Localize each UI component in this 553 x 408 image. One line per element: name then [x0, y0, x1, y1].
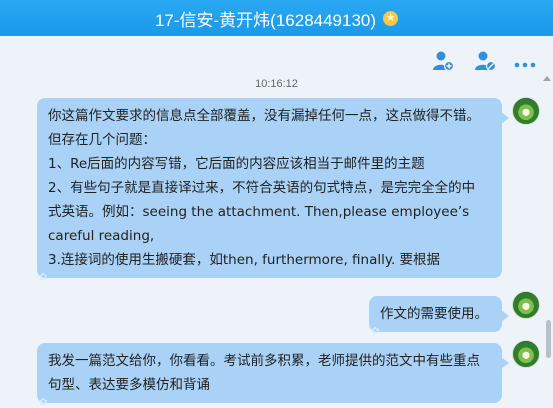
message-line: 1、Re后面的内容写错，它后面的内容应该相当于邮件里的主题 — [48, 156, 425, 172]
message-bubble[interactable]: 你这篇作文要求的信息点全部覆盖，没有漏掉任何一点，这点做得不错。 但存在几个问题… — [37, 98, 509, 283]
message-line: careful reading, — [48, 228, 155, 244]
window-title-bar: 17-信安-黄开炜(1628449130) ★ — [0, 0, 553, 36]
avatar[interactable] — [512, 291, 540, 319]
message-line: 句型、表达要多模仿和背诵 — [48, 377, 210, 393]
more-icon[interactable] — [514, 54, 536, 73]
scrollbar-thumb[interactable] — [546, 320, 551, 358]
scroll-up-arrow-icon[interactable] — [543, 76, 551, 81]
star-icon: ★ — [383, 10, 399, 26]
chat-toolbar — [0, 36, 553, 76]
message-line: 3.连接词的使用生搬硬套，如then, furthermore, finally… — [48, 252, 441, 268]
message-line: 你这篇作文要求的信息点全部覆盖，没有漏掉任何一点，这点做得不错。 — [48, 108, 480, 124]
avatar[interactable] — [512, 97, 540, 125]
bubble-decoration-icon: ✿ — [371, 326, 380, 337]
add-member-icon[interactable] — [432, 50, 455, 76]
avatar[interactable] — [512, 340, 540, 368]
scrollbar[interactable] — [543, 76, 553, 408]
message-line: 2、有些句子就是直接译过来，不符合英语的句式特点，是完完全全的中 — [48, 180, 476, 196]
message-bubble[interactable]: 作文的需要使用。 ✿ — [369, 296, 509, 337]
message-timestamp: 10:16:12 — [255, 78, 298, 90]
message-bubble[interactable]: 我发一篇范文给你，你看看。考试前多积累，老师提供的范文中有些重点 句型、表达要多… — [37, 343, 509, 408]
bubble-decoration-icon: ✿ — [39, 272, 48, 283]
message-line: 作文的需要使用。 — [380, 306, 488, 322]
bubble-decoration-icon: ✿ — [39, 397, 48, 408]
remove-member-icon[interactable] — [474, 50, 497, 76]
message-line: 我发一篇范文给你，你看看。考试前多积累，老师提供的范文中有些重点 — [48, 353, 480, 369]
bubble-tail — [501, 310, 509, 322]
message-line: 式英语。例如：seeing the attachment. Then,pleas… — [48, 204, 470, 220]
bubble-tail — [501, 112, 509, 124]
window-title: 17-信安-黄开炜(1628449130) — [154, 10, 377, 30]
bubble-tail — [501, 357, 509, 369]
message-line: 但存在几个问题： — [48, 132, 156, 148]
